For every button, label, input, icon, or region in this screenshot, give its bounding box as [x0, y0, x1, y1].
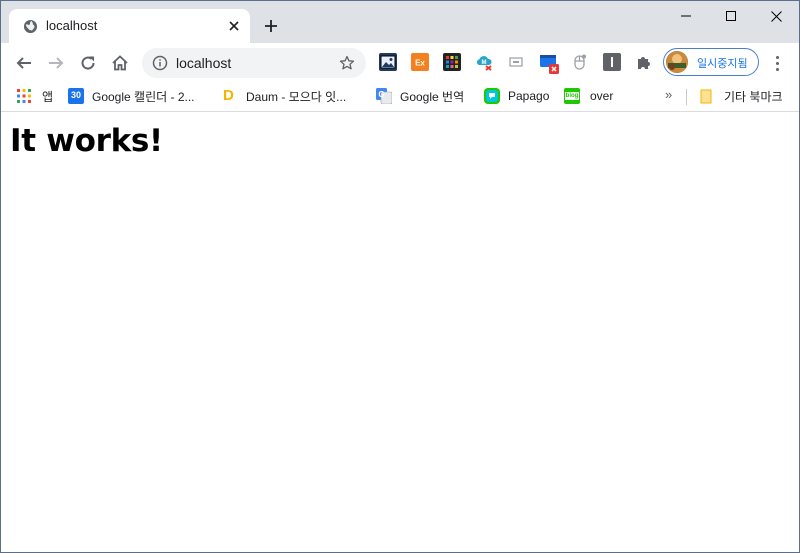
dot-icon	[775, 61, 779, 65]
daum-badge: D	[223, 87, 234, 104]
info-box-extension-icon[interactable]	[603, 53, 621, 71]
tab-extension-icon[interactable]	[507, 53, 525, 71]
svg-text:M: M	[482, 60, 487, 66]
avatar	[666, 51, 688, 73]
tab-strip: localhost	[1, 1, 799, 43]
address-bar[interactable]: localhost	[142, 48, 366, 78]
maximize-button[interactable]	[708, 1, 754, 31]
svg-text:Ex: Ex	[415, 59, 425, 68]
daum-icon: D	[222, 87, 238, 104]
bookmark-papago[interactable]: Papago	[484, 86, 549, 106]
forward-button[interactable]	[44, 51, 68, 75]
blog-icon: blog	[564, 88, 580, 104]
papago-icon	[484, 88, 500, 104]
bookmark-daum[interactable]: D Daum - 모으다 잇...	[222, 86, 346, 106]
tab-close-button[interactable]	[225, 17, 243, 35]
bookmark-label: Google 번역	[400, 89, 465, 104]
dot-icon	[775, 67, 779, 71]
arrow-left-icon	[16, 57, 31, 69]
bookmark-label: 앱	[42, 89, 54, 104]
window-extension-icon[interactable]	[539, 53, 559, 74]
more-menu-button[interactable]	[768, 53, 786, 73]
globe-icon	[23, 19, 38, 34]
color-grid-extension-icon[interactable]	[443, 53, 461, 71]
bookmark-over[interactable]: blog over	[564, 86, 613, 106]
dot-icon	[775, 55, 779, 59]
back-button[interactable]	[12, 51, 36, 75]
exchange-extension-icon[interactable]: Ex	[411, 53, 429, 71]
bookmark-google-calendar[interactable]: 30 Google 캘린더 - 2...	[68, 86, 195, 106]
image-extension-icon[interactable]	[379, 53, 397, 71]
mouse-extension-icon[interactable]	[571, 53, 589, 71]
tab-localhost[interactable]: localhost	[9, 9, 250, 43]
bookmarks-overflow-button[interactable]: »	[665, 87, 672, 102]
bookmark-label: 기타 북마크	[724, 89, 783, 104]
page-content: It works!	[1, 112, 799, 552]
toolbar: localhost Ex M 일시중지됨	[1, 43, 799, 81]
bookmark-label: Papago	[508, 89, 550, 103]
google-translate-icon: G	[376, 88, 392, 104]
star-icon[interactable]	[339, 55, 355, 71]
minimize-icon	[681, 15, 691, 17]
google-calendar-icon: 30	[68, 88, 84, 104]
bookmark-apps[interactable]: 앱	[16, 86, 53, 106]
tab-title: localhost	[46, 18, 98, 33]
apps-grid-icon	[17, 89, 31, 103]
profile-button[interactable]: 일시중지됨	[663, 48, 759, 76]
calendar-badge: 30	[70, 90, 81, 100]
bookmark-label: Daum - 모으다 잇...	[246, 89, 347, 104]
svg-text:G: G	[378, 90, 384, 99]
maximize-icon	[726, 11, 736, 21]
cloud-extension-icon[interactable]: M	[475, 53, 493, 71]
browser-window: localhost localhost Ex M 일시중지됨 앱 30 Goog…	[0, 0, 800, 553]
puzzle-icon[interactable]	[635, 53, 653, 71]
arrow-right-icon	[49, 57, 64, 69]
reload-button[interactable]	[76, 51, 100, 75]
bookmark-label: Google 캘린더 - 2...	[92, 89, 195, 104]
bookmarks-bar: 앱 30 Google 캘린더 - 2... D Daum - 모으다 잇...…	[1, 81, 799, 112]
bookmark-label: over	[590, 89, 614, 103]
reload-icon	[81, 56, 95, 70]
bookmarks-divider	[686, 89, 687, 105]
profile-label: 일시중지됨	[697, 58, 748, 70]
bookmark-other-folder[interactable]: 기타 북마크	[698, 86, 783, 106]
page-heading: It works!	[10, 123, 163, 159]
new-tab-button[interactable]	[262, 17, 280, 35]
minimize-button[interactable]	[663, 1, 709, 31]
url-text[interactable]: localhost	[176, 55, 231, 71]
home-icon	[112, 55, 128, 71]
blog-badge: blog	[565, 92, 579, 100]
bookmark-google-translate[interactable]: G Google 번역	[376, 86, 464, 106]
plus-icon	[265, 20, 277, 32]
window-close-button[interactable]	[753, 1, 799, 31]
info-icon[interactable]	[152, 55, 168, 71]
close-icon	[229, 21, 239, 31]
close-icon	[770, 10, 782, 22]
home-button[interactable]	[108, 51, 132, 75]
folder-icon	[700, 89, 712, 104]
